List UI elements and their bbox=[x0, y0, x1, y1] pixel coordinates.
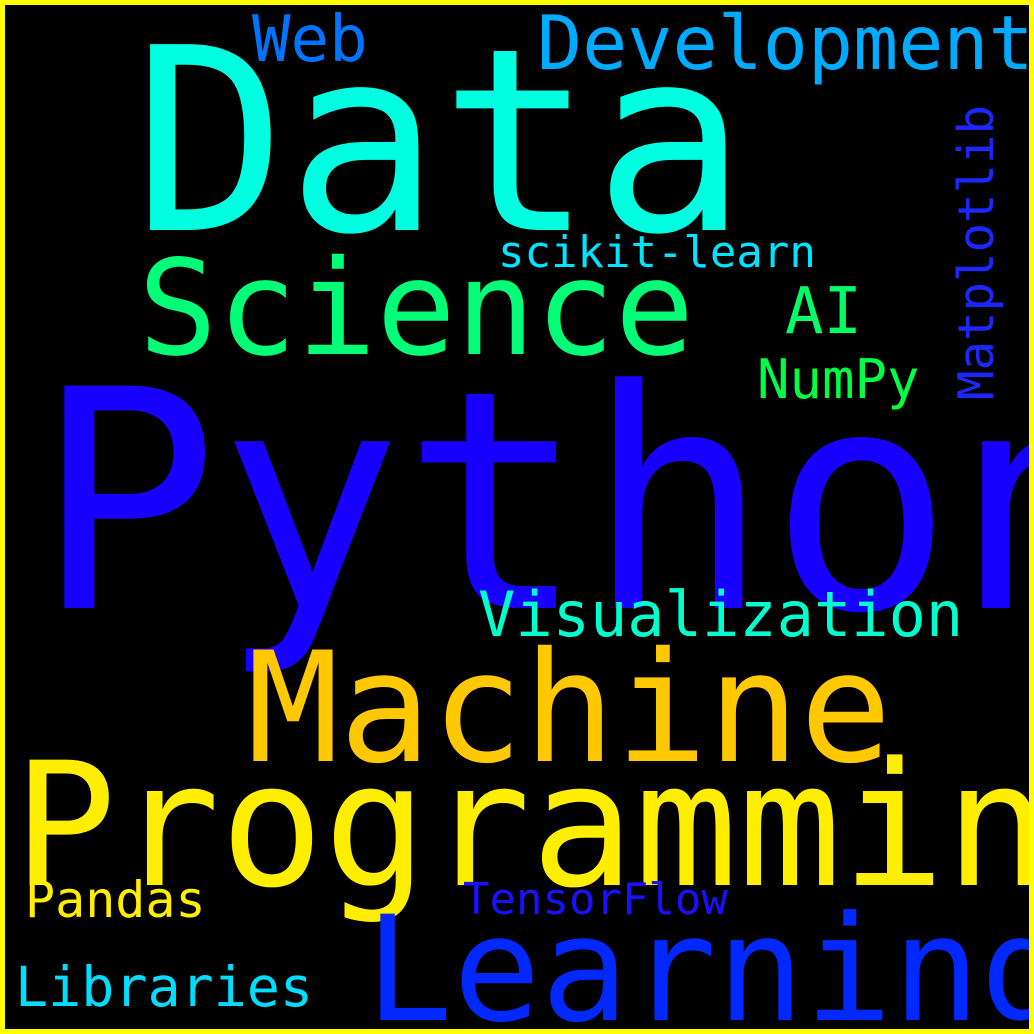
word-cloud: Python Data Science Programming Machine … bbox=[0, 0, 1034, 1034]
word-matplotlib: Matplotlib bbox=[948, 104, 1005, 400]
word-development: Development bbox=[537, 0, 1034, 87]
word-tensorflow: TensorFlow bbox=[463, 874, 728, 925]
word-ai: AI bbox=[785, 275, 863, 349]
word-visualization: Visualization bbox=[478, 578, 964, 651]
word-libraries: Libraries bbox=[15, 955, 314, 1019]
word-scikit-learn: scikit-learn bbox=[498, 227, 816, 278]
word-pandas: Pandas bbox=[25, 871, 206, 929]
word-numpy: NumPy bbox=[757, 348, 920, 411]
word-web: Web bbox=[252, 3, 368, 77]
word-machine: Machine bbox=[247, 620, 892, 798]
